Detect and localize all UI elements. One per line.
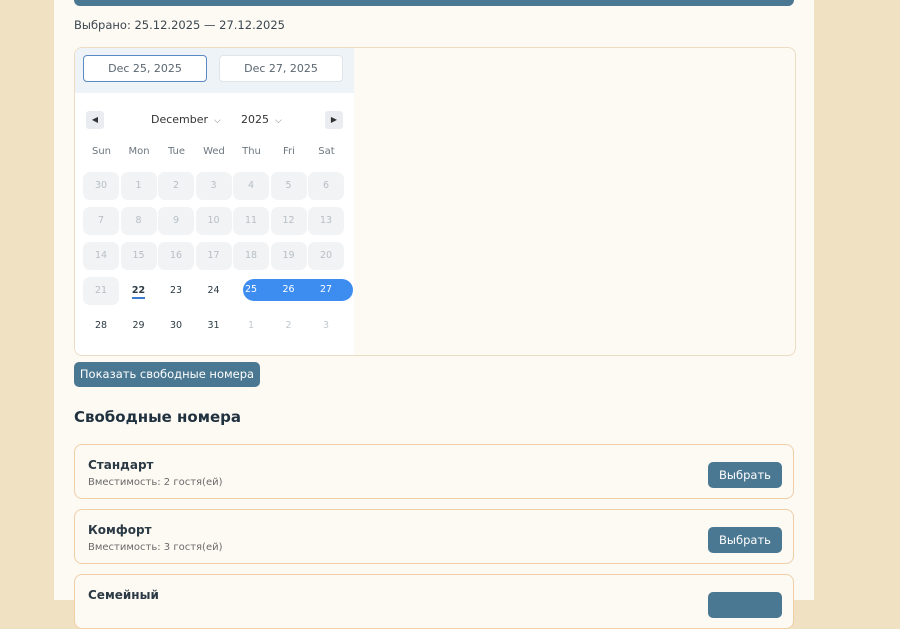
chevron-left-icon: ◀ bbox=[91, 115, 99, 124]
day-cell: 14 bbox=[83, 242, 119, 270]
prev-month-button[interactable]: ◀ bbox=[86, 111, 104, 129]
weekday-label: Sat bbox=[318, 146, 335, 157]
chevron-down-icon: ⌵ bbox=[275, 116, 282, 126]
day-cell: 12 bbox=[270, 207, 307, 235]
day-cell: 30 bbox=[83, 172, 119, 200]
next-month-button[interactable]: ▶ bbox=[325, 111, 343, 129]
room-capacity: Вместимость: 3 гостя(ей) bbox=[88, 542, 223, 553]
room-name: Стандарт bbox=[88, 458, 154, 472]
choose-room-button[interactable]: Выбрать bbox=[708, 527, 782, 553]
day-cell-next-month: 3 bbox=[322, 320, 330, 331]
day-cell: 11 bbox=[233, 207, 269, 235]
day-cell-range-end[interactable]: 27 bbox=[308, 279, 344, 301]
day-cell[interactable]: 28 bbox=[83, 312, 119, 340]
day-cell[interactable]: 30 bbox=[158, 312, 194, 340]
day-cell: 7 bbox=[83, 207, 119, 235]
day-cell: 15 bbox=[120, 242, 157, 270]
day-cell: 17 bbox=[195, 242, 232, 270]
day-cell[interactable]: 29 bbox=[121, 312, 157, 340]
day-cell: 8 bbox=[120, 207, 157, 235]
month-select[interactable]: December ⌵ bbox=[151, 112, 221, 129]
month-select-value: December bbox=[151, 113, 209, 126]
room-capacity: Вместимость: 2 гостя(ей) bbox=[88, 477, 223, 488]
available-rooms-title: Свободные номера bbox=[74, 408, 241, 426]
day-cell: 18 bbox=[233, 242, 269, 270]
weekday-label: Tue bbox=[167, 146, 186, 157]
room-card: Стандарт Вместимость: 2 гостя(ей) Выбрат… bbox=[74, 444, 794, 499]
date-range-picker: Dec 25, 2025 Dec 27, 2025 ◀ December ⌵ 20… bbox=[75, 48, 354, 355]
day-cell-range-start[interactable]: 25 bbox=[233, 279, 269, 301]
day-cell-next-month: 2 bbox=[285, 320, 292, 331]
day-cell[interactable]: 31 bbox=[196, 312, 232, 340]
room-card: Комфорт Вместимость: 3 гостя(ей) Выбрать bbox=[74, 509, 794, 564]
day-cell: 10 bbox=[195, 207, 232, 235]
year-select-value: 2025 bbox=[241, 113, 269, 126]
room-name: Комфорт bbox=[88, 523, 152, 537]
chevron-down-icon: ⌵ bbox=[214, 116, 221, 126]
booking-page: Выбрано: 25.12.2025 — 27.12.2025 Dec 25,… bbox=[54, 0, 814, 629]
day-cell[interactable]: 24 bbox=[196, 277, 232, 305]
day-cell: 2 bbox=[158, 172, 194, 200]
choose-room-button[interactable] bbox=[708, 592, 782, 618]
top-action-bar[interactable] bbox=[74, 0, 794, 6]
room-card: Семейный bbox=[74, 574, 794, 629]
start-date-input[interactable]: Dec 25, 2025 bbox=[83, 55, 207, 82]
selected-dates-label: Выбрано: 25.12.2025 — 27.12.2025 bbox=[74, 18, 285, 32]
day-cell[interactable]: 23 bbox=[158, 277, 194, 305]
day-cell-in-range[interactable]: 26 bbox=[271, 279, 307, 301]
calendar-card: Dec 25, 2025 Dec 27, 2025 ◀ December ⌵ 20… bbox=[74, 47, 796, 356]
weekday-label: Mon bbox=[128, 146, 150, 157]
day-cell: 3 bbox=[195, 172, 232, 200]
weekday-label: Fri bbox=[283, 146, 295, 157]
today-date: 22 bbox=[131, 285, 146, 299]
day-cell: 19 bbox=[270, 242, 307, 270]
day-cell: 21 bbox=[83, 277, 119, 305]
day-cell: 13 bbox=[308, 207, 344, 235]
days-grid: 30 1 2 3 4 5 6 7 8 9 10 11 12 13 14 15 1… bbox=[83, 172, 353, 352]
day-cell: 1 bbox=[120, 172, 157, 200]
chevron-right-icon: ▶ bbox=[330, 115, 338, 124]
day-cell: 20 bbox=[308, 242, 344, 270]
day-cell-today[interactable]: 22 bbox=[121, 277, 157, 305]
choose-room-button[interactable]: Выбрать bbox=[708, 462, 782, 488]
show-available-rooms-button[interactable]: Показать свободные номера bbox=[74, 362, 260, 387]
day-cell: 6 bbox=[308, 172, 344, 200]
day-cell: 4 bbox=[233, 172, 269, 200]
day-cell: 16 bbox=[158, 242, 194, 270]
weekday-label: Wed bbox=[203, 146, 225, 157]
year-select[interactable]: 2025 ⌵ bbox=[241, 112, 282, 129]
date-inputs-row: Dec 25, 2025 Dec 27, 2025 bbox=[75, 48, 354, 93]
weekday-header: Sun Mon Tue Wed Thu Fri Sat bbox=[83, 146, 345, 160]
day-cell: 9 bbox=[158, 207, 194, 235]
end-date-input[interactable]: Dec 27, 2025 bbox=[219, 55, 343, 82]
weekday-label: Sun bbox=[91, 146, 112, 157]
weekday-label: Thu bbox=[242, 146, 261, 157]
day-cell-next-month: 1 bbox=[247, 320, 255, 331]
day-cell: 5 bbox=[270, 172, 307, 200]
